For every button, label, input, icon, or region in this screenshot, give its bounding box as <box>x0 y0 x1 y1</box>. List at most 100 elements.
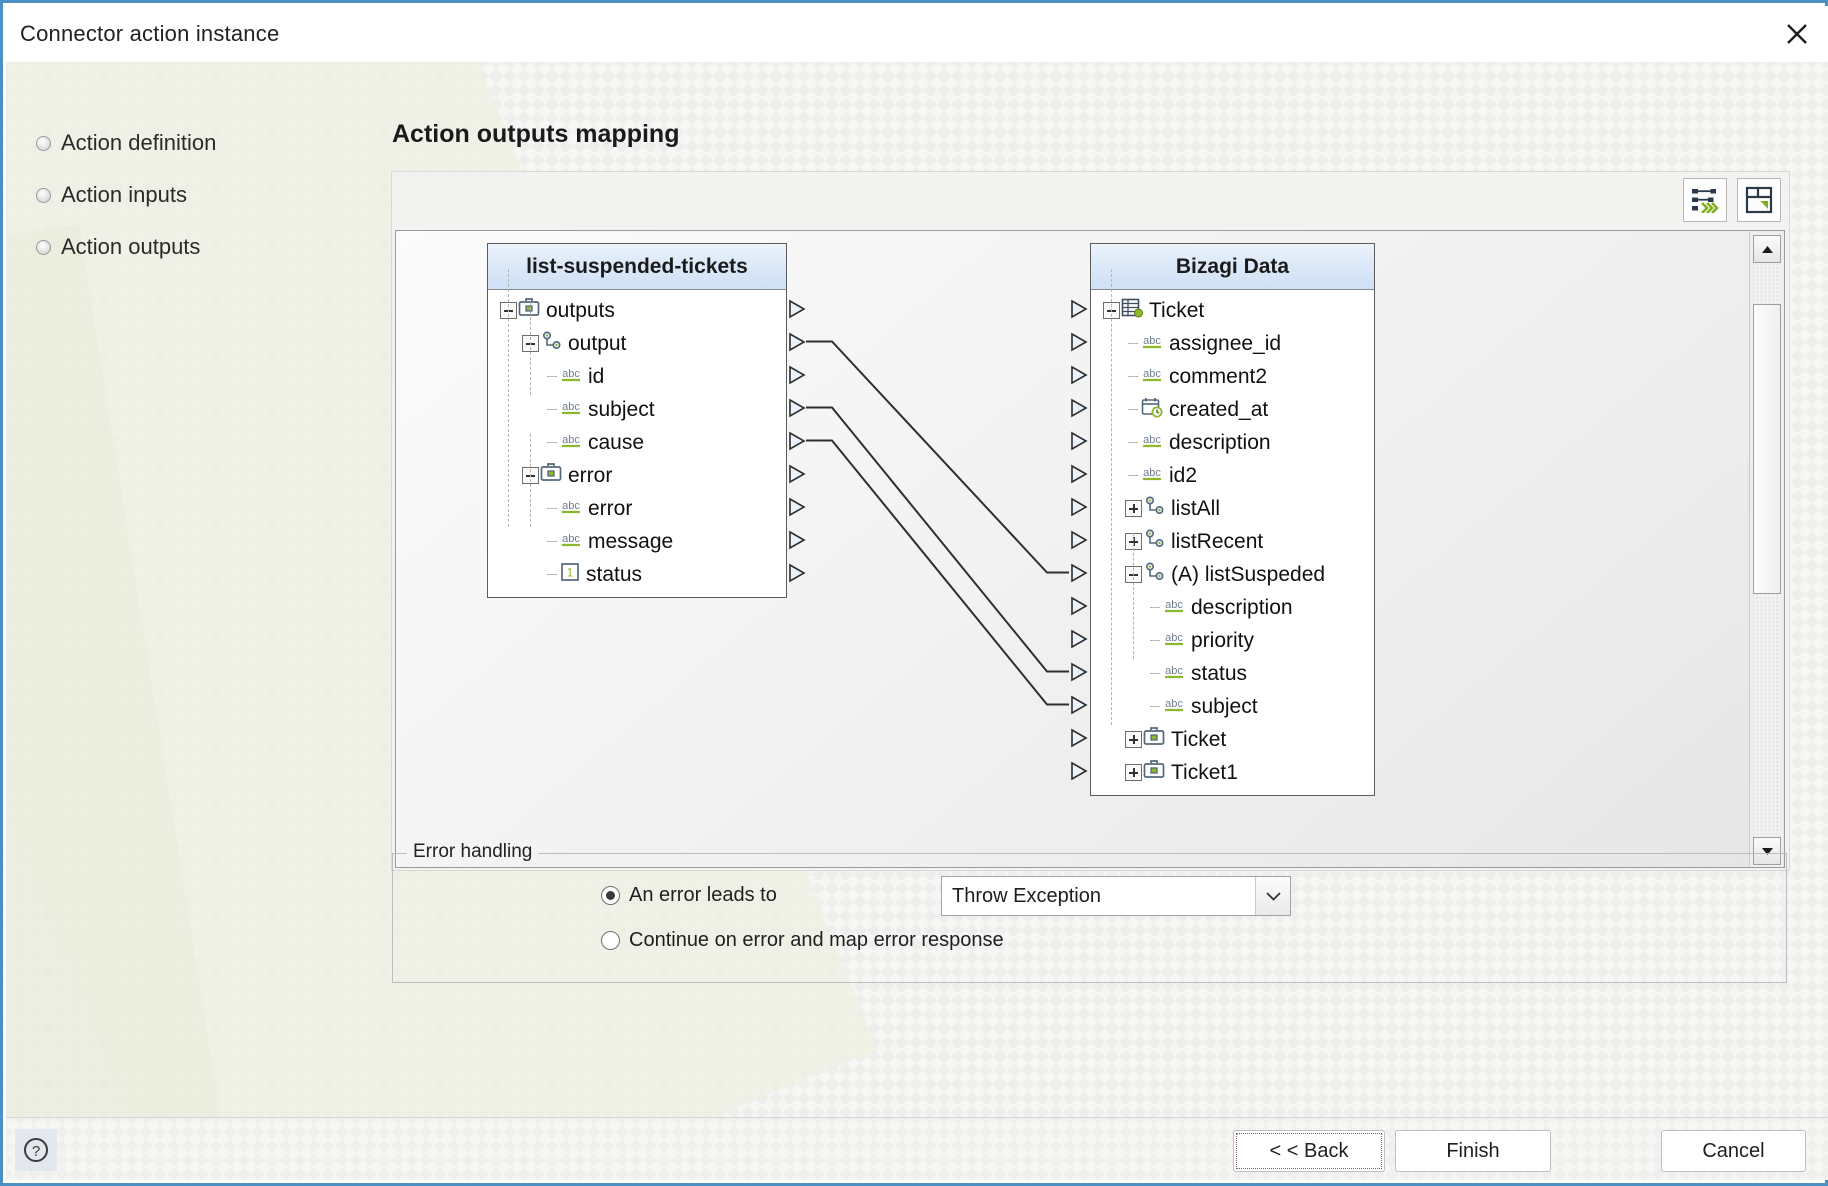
svg-text:abc: abc <box>562 368 580 380</box>
tree-elbow-connector <box>544 536 559 547</box>
help-icon[interactable]: ? <box>15 1129 57 1171</box>
sidebar-item-label: Action outputs <box>61 234 201 259</box>
radio-continue-on-error[interactable]: Continue on error and map error response <box>601 929 1004 952</box>
target-tree-rows: Ticket abc assignee_id abc comment2 crea… <box>1091 268 1374 795</box>
tree-elbow-connector <box>1147 635 1162 646</box>
tree-row[interactable]: abc message <box>488 525 786 558</box>
tree-row-label: cause <box>588 430 645 454</box>
vertical-scrollbar[interactable] <box>1749 232 1783 867</box>
map-arrow-priority[interactable] <box>1070 629 1088 654</box>
sidebar-item-action-outputs[interactable]: Action outputs <box>36 232 336 262</box>
tree-row[interactable]: abc id <box>488 360 786 393</box>
tree-row-label: priority <box>1191 628 1255 652</box>
target-tree-title: Bizagi Data <box>1091 244 1374 290</box>
tree-row[interactable]: created_at <box>1091 393 1374 426</box>
close-icon[interactable] <box>1766 6 1828 62</box>
map-arrow-message[interactable] <box>788 530 806 555</box>
tree-row-label: id <box>588 364 605 388</box>
save-mapping-icon[interactable] <box>1737 178 1781 222</box>
expand-node-icon[interactable] <box>1125 764 1142 781</box>
map-arrow-cause[interactable] <box>788 431 806 456</box>
map-arrow-error[interactable] <box>788 464 806 489</box>
tree-row[interactable]: abc error <box>488 492 786 525</box>
abc-icon: abc <box>1140 430 1164 456</box>
tree-row[interactable]: abc assignee_id <box>1091 327 1374 360</box>
collection-icon <box>1142 495 1166 523</box>
map-arrow-ticket[interactable] <box>1070 299 1088 324</box>
auto-map-icon[interactable] <box>1683 178 1727 222</box>
tree-row-label: outputs <box>546 298 615 322</box>
radio-icon-unselected[interactable] <box>601 931 620 950</box>
abc-icon: abc <box>1162 628 1186 654</box>
tree-row-label: Ticket1 <box>1171 760 1238 784</box>
tree-row[interactable]: abc cause <box>488 426 786 459</box>
svg-text:abc: abc <box>562 401 580 413</box>
tree-row[interactable]: abc id2 <box>1091 459 1374 492</box>
map-arrow-status[interactable] <box>1070 662 1088 687</box>
expand-node-icon[interactable] <box>1125 731 1142 748</box>
tree-row[interactable]: abc subject <box>1091 690 1374 723</box>
map-arrow-subject[interactable] <box>1070 695 1088 720</box>
map-arrow-listall[interactable] <box>1070 497 1088 522</box>
entity-icon <box>1120 297 1144 325</box>
map-arrow-id[interactable] <box>788 365 806 390</box>
map-arrow-id2[interactable] <box>1070 464 1088 489</box>
tree-elbow-connector <box>1125 371 1140 382</box>
map-arrow-output[interactable] <box>788 332 806 357</box>
radio-an-error-leads-to[interactable]: An error leads to <box>601 884 777 907</box>
tree-row[interactable]: Ticket <box>1091 723 1374 756</box>
tree-row[interactable]: Ticket1 <box>1091 756 1374 789</box>
chevron-down-icon[interactable] <box>1255 877 1290 915</box>
map-arrow-comment2[interactable] <box>1070 365 1088 390</box>
tree-row[interactable]: abc subject <box>488 393 786 426</box>
map-arrow-ticket[interactable] <box>1070 728 1088 753</box>
cancel-button[interactable]: Cancel <box>1661 1130 1806 1172</box>
finish-button[interactable]: Finish <box>1395 1130 1551 1172</box>
map-arrow-assignee-id[interactable] <box>1070 332 1088 357</box>
radio-icon-selected[interactable] <box>601 886 620 905</box>
back-button[interactable]: < < Back <box>1233 1130 1385 1172</box>
tree-row-label: error <box>568 463 613 487</box>
tree-row[interactable]: 1 status <box>488 558 786 591</box>
dialog-footer: ? < < Back Finish Cancel <box>6 1117 1828 1180</box>
tree-elbow-connector <box>1125 437 1140 448</box>
scrollbar-track-bottom[interactable] <box>1753 594 1781 835</box>
tree-row[interactable]: abc status <box>1091 657 1374 690</box>
map-arrow-created-at[interactable] <box>1070 398 1088 423</box>
tree-row[interactable]: abc comment2 <box>1091 360 1374 393</box>
map-arrow-description[interactable] <box>1070 596 1088 621</box>
tree-row[interactable]: listAll <box>1091 492 1374 525</box>
scrollbar-thumb[interactable] <box>1753 304 1781 594</box>
map-arrow-error[interactable] <box>788 497 806 522</box>
tree-row[interactable]: abc description <box>1091 426 1374 459</box>
map-arrow-listrecent[interactable] <box>1070 530 1088 555</box>
svg-text:abc: abc <box>562 500 580 512</box>
sidebar-item-action-definition[interactable]: Action definition <box>36 128 336 158</box>
map-arrow-outputs[interactable] <box>788 299 806 324</box>
sidebar-item-action-inputs[interactable]: Action inputs <box>36 180 336 210</box>
tree-row[interactable]: Ticket <box>1091 294 1374 327</box>
map-arrow-subject[interactable] <box>788 398 806 423</box>
tree-row-label: output <box>568 331 627 355</box>
map-arrow-status[interactable] <box>788 563 806 588</box>
scrollbar-track-top[interactable] <box>1753 264 1781 304</box>
dialog-content: Action definition Action inputs Action o… <box>6 62 1828 1127</box>
tree-row-label: status <box>1191 661 1248 685</box>
tree-row[interactable]: outputs <box>488 294 786 327</box>
svg-text:abc: abc <box>562 434 580 446</box>
tree-row-label: Ticket <box>1149 298 1205 322</box>
error-action-dropdown[interactable]: Throw Exception <box>941 876 1291 916</box>
tree-guide-line <box>530 433 531 527</box>
map-arrow-description[interactable] <box>1070 431 1088 456</box>
abc-icon: abc <box>1162 661 1186 687</box>
expand-node-icon[interactable] <box>1125 500 1142 517</box>
abc-icon: abc <box>1140 463 1164 489</box>
tree-row[interactable]: output <box>488 327 786 360</box>
step-bullet-icon <box>36 239 51 255</box>
scroll-up-icon[interactable] <box>1753 235 1781 263</box>
map-arrow-ticket1[interactable] <box>1070 761 1088 786</box>
tree-row[interactable]: error <box>488 459 786 492</box>
map-arrow--a-listsuspeded[interactable] <box>1070 563 1088 588</box>
mapping-canvas[interactable]: list-suspended-tickets outputs output ab… <box>395 230 1785 868</box>
tree-row-label: message <box>588 529 674 553</box>
